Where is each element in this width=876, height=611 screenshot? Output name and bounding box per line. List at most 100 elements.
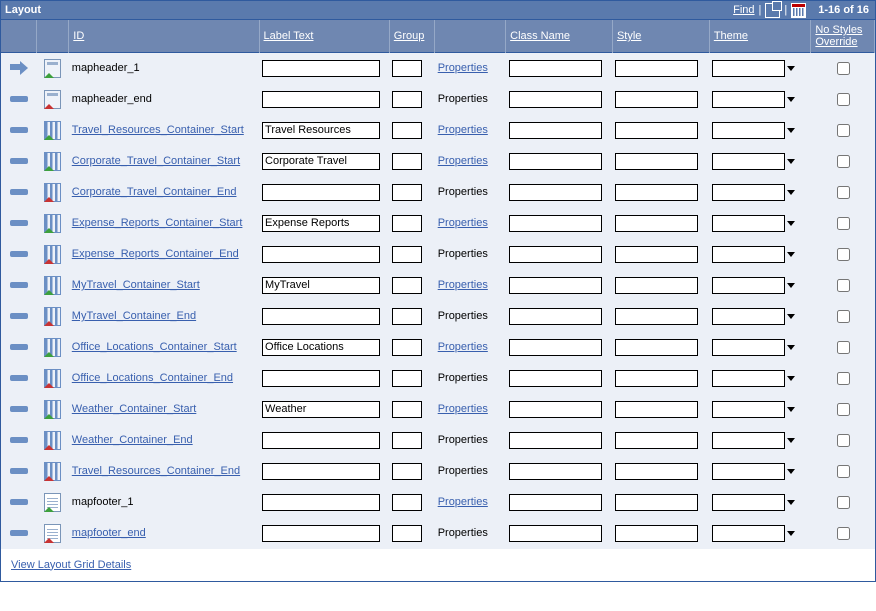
- theme-input[interactable]: [712, 525, 785, 542]
- override-checkbox[interactable]: [837, 372, 850, 385]
- override-checkbox[interactable]: [837, 341, 850, 354]
- drag-handle-icon[interactable]: [10, 313, 28, 319]
- label-input[interactable]: [262, 122, 380, 139]
- style-input[interactable]: [615, 122, 698, 139]
- drag-handle-icon[interactable]: [10, 96, 28, 102]
- row-type-icon[interactable]: [44, 369, 61, 388]
- class-input[interactable]: [509, 184, 602, 201]
- group-input[interactable]: [392, 277, 422, 294]
- theme-input[interactable]: [712, 153, 785, 170]
- theme-input[interactable]: [712, 277, 785, 294]
- style-input[interactable]: [615, 525, 698, 542]
- class-input[interactable]: [509, 153, 602, 170]
- row-type-icon[interactable]: [44, 59, 61, 78]
- style-input[interactable]: [615, 277, 698, 294]
- label-input[interactable]: [262, 184, 380, 201]
- class-input[interactable]: [509, 525, 602, 542]
- group-input[interactable]: [392, 401, 422, 418]
- override-checkbox[interactable]: [837, 496, 850, 509]
- override-checkbox[interactable]: [837, 124, 850, 137]
- row-type-icon[interactable]: [44, 493, 61, 512]
- row-type-icon[interactable]: [44, 524, 61, 543]
- group-input[interactable]: [392, 494, 422, 511]
- theme-input[interactable]: [712, 432, 785, 449]
- style-input[interactable]: [615, 91, 698, 108]
- label-input[interactable]: [262, 432, 380, 449]
- drag-handle-icon[interactable]: [10, 127, 28, 133]
- properties-link[interactable]: Properties: [438, 217, 488, 229]
- dropdown-arrow-icon[interactable]: [787, 500, 795, 505]
- style-input[interactable]: [615, 339, 698, 356]
- find-link[interactable]: Find: [733, 4, 754, 16]
- label-input[interactable]: [262, 60, 380, 77]
- theme-input[interactable]: [712, 91, 785, 108]
- theme-input[interactable]: [712, 246, 785, 263]
- row-type-icon[interactable]: [44, 90, 61, 109]
- dropdown-arrow-icon[interactable]: [787, 314, 795, 319]
- group-input[interactable]: [392, 246, 422, 263]
- theme-input[interactable]: [712, 401, 785, 418]
- theme-input[interactable]: [712, 122, 785, 139]
- override-checkbox[interactable]: [837, 279, 850, 292]
- row-type-icon[interactable]: [44, 307, 61, 326]
- col-theme[interactable]: Theme: [714, 30, 748, 42]
- group-input[interactable]: [392, 370, 422, 387]
- class-input[interactable]: [509, 277, 602, 294]
- label-input[interactable]: [262, 91, 380, 108]
- dropdown-arrow-icon[interactable]: [787, 190, 795, 195]
- row-id-link[interactable]: Expense_​Reports_​Container_​End: [72, 248, 239, 260]
- style-input[interactable]: [615, 308, 698, 325]
- class-input[interactable]: [509, 432, 602, 449]
- row-id-link[interactable]: Weather_​Container_​Start: [72, 403, 197, 415]
- label-input[interactable]: [262, 246, 380, 263]
- override-checkbox[interactable]: [837, 93, 850, 106]
- dropdown-arrow-icon[interactable]: [787, 407, 795, 412]
- row-id-link[interactable]: Travel_​Resources_​Container_​End: [72, 465, 240, 477]
- override-checkbox[interactable]: [837, 155, 850, 168]
- class-input[interactable]: [509, 246, 602, 263]
- popout-icon[interactable]: [765, 3, 780, 18]
- class-input[interactable]: [509, 122, 602, 139]
- dropdown-arrow-icon[interactable]: [787, 345, 795, 350]
- override-checkbox[interactable]: [837, 527, 850, 540]
- group-input[interactable]: [392, 122, 422, 139]
- row-type-icon[interactable]: [44, 214, 61, 233]
- properties-link[interactable]: Properties: [438, 124, 488, 136]
- row-id-link[interactable]: Expense_​Reports_​Container_​Start: [72, 217, 243, 229]
- class-input[interactable]: [509, 91, 602, 108]
- theme-input[interactable]: [712, 494, 785, 511]
- dropdown-arrow-icon[interactable]: [787, 221, 795, 226]
- dropdown-arrow-icon[interactable]: [787, 66, 795, 71]
- properties-link[interactable]: Properties: [438, 62, 488, 74]
- class-input[interactable]: [509, 370, 602, 387]
- class-input[interactable]: [509, 308, 602, 325]
- drag-handle-icon[interactable]: [10, 375, 28, 381]
- drag-handle-icon[interactable]: [10, 158, 28, 164]
- col-group[interactable]: Group: [394, 30, 425, 42]
- style-input[interactable]: [615, 246, 698, 263]
- row-type-icon[interactable]: [44, 152, 61, 171]
- dropdown-arrow-icon[interactable]: [787, 376, 795, 381]
- dropdown-arrow-icon[interactable]: [787, 531, 795, 536]
- drag-handle-icon[interactable]: [10, 189, 28, 195]
- label-input[interactable]: [262, 463, 380, 480]
- style-input[interactable]: [615, 494, 698, 511]
- properties-link[interactable]: Properties: [438, 341, 488, 353]
- drag-handle-icon[interactable]: [10, 437, 28, 443]
- row-type-icon[interactable]: [44, 431, 61, 450]
- theme-input[interactable]: [712, 370, 785, 387]
- row-id-link[interactable]: Office_​Locations_​Container_​Start: [72, 341, 237, 353]
- row-type-icon[interactable]: [44, 276, 61, 295]
- override-checkbox[interactable]: [837, 186, 850, 199]
- override-checkbox[interactable]: [837, 434, 850, 447]
- drag-handle-icon[interactable]: [10, 499, 28, 505]
- style-input[interactable]: [615, 153, 698, 170]
- override-checkbox[interactable]: [837, 248, 850, 261]
- group-input[interactable]: [392, 184, 422, 201]
- group-input[interactable]: [392, 432, 422, 449]
- style-input[interactable]: [615, 401, 698, 418]
- label-input[interactable]: [262, 525, 380, 542]
- theme-input[interactable]: [712, 60, 785, 77]
- label-input[interactable]: [262, 370, 380, 387]
- label-input[interactable]: [262, 277, 380, 294]
